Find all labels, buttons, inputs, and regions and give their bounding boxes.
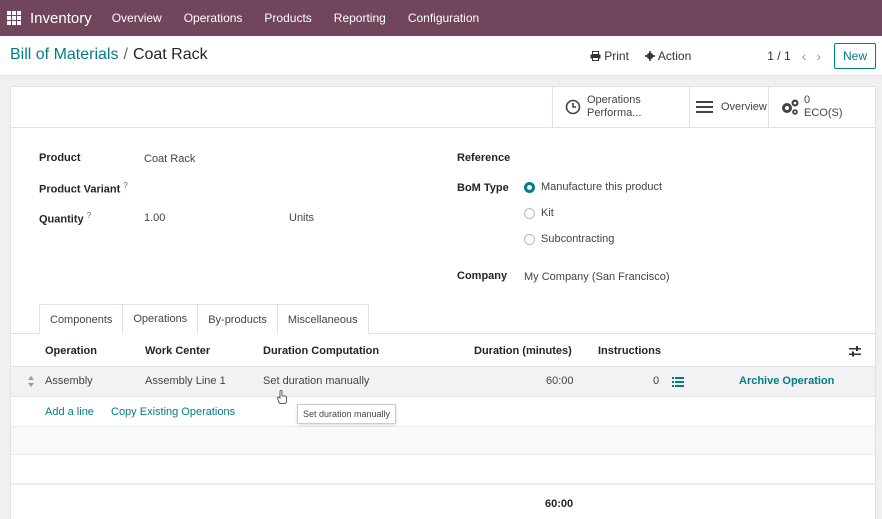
- product-variant-field[interactable]: [144, 182, 424, 196]
- operations-performance-button[interactable]: Operations Performa...: [552, 87, 689, 127]
- operations-performance-line2: Performa...: [587, 107, 642, 119]
- header-work-center[interactable]: Work Center: [145, 345, 210, 357]
- cell-operation[interactable]: Assembly: [45, 375, 93, 387]
- help-icon[interactable]: ?: [123, 181, 127, 190]
- tab-by-products[interactable]: By-products: [197, 304, 278, 334]
- radio-unchecked-icon: [524, 207, 535, 219]
- company-field[interactable]: My Company (San Francisco): [524, 271, 670, 283]
- radio-unchecked-icon: [524, 233, 535, 245]
- quantity-label: Quantity ?: [39, 211, 91, 226]
- reference-label: Reference: [457, 152, 511, 164]
- empty-row: [11, 455, 875, 484]
- header-duration[interactable]: Duration (minutes): [474, 345, 572, 357]
- overview-button[interactable]: Overview: [689, 87, 768, 127]
- eco-button[interactable]: 0 ECO(S): [768, 87, 875, 127]
- tooltip: Set duration manually: [297, 404, 397, 424]
- breadcrumb-current: Coat Rack: [132, 46, 208, 63]
- overview-label: Overview: [721, 101, 767, 113]
- table-footer: [11, 484, 875, 513]
- control-panel-actions: Print Action 1 / 1 ‹ › New: [590, 43, 876, 69]
- menu-configuration[interactable]: Configuration: [408, 11, 479, 25]
- eco-count: 0: [804, 94, 811, 106]
- bom-type-kit-radio[interactable]: Kit: [524, 207, 554, 219]
- bom-type-manufacture-label: Manufacture this product: [541, 181, 663, 193]
- table-row[interactable]: Assembly Assembly Line 1 Set duration ma…: [11, 366, 875, 404]
- uom-field[interactable]: Units: [289, 212, 314, 224]
- header-duration-computation[interactable]: Duration Computation: [263, 345, 379, 357]
- quantity-label-text: Quantity: [39, 213, 84, 226]
- print-label: Print: [604, 49, 629, 63]
- menu-products[interactable]: Products: [264, 11, 311, 25]
- total-duration: 60:00: [545, 498, 574, 510]
- menu-operations[interactable]: Operations: [184, 11, 243, 25]
- cell-duration[interactable]: 60:00: [546, 375, 574, 387]
- pager-prev-icon[interactable]: ‹: [802, 48, 807, 64]
- product-label: Product: [39, 152, 81, 164]
- product-field[interactable]: Coat Rack: [144, 153, 195, 165]
- header-instructions[interactable]: Instructions: [598, 345, 661, 357]
- pager-value[interactable]: 1 / 1: [767, 49, 790, 63]
- cell-work-center[interactable]: Assembly Line 1: [145, 375, 226, 387]
- reference-field[interactable]: [524, 153, 854, 167]
- cogs-icon: [782, 99, 799, 115]
- copy-existing-operations-link[interactable]: Copy Existing Operations: [111, 406, 235, 418]
- app-name[interactable]: Inventory: [30, 10, 92, 27]
- empty-row: [11, 426, 875, 455]
- clock-icon: [565, 99, 581, 115]
- radio-checked-icon: [524, 181, 535, 193]
- control-panel: Bill of Materials / Coat Rack Print Action…: [0, 36, 882, 76]
- list-icon: [696, 101, 713, 113]
- bom-type-subcontracting-radio[interactable]: Subcontracting: [524, 233, 614, 245]
- pager-next-icon[interactable]: ›: [816, 48, 821, 64]
- cell-instructions[interactable]: 0: [653, 375, 659, 387]
- new-button[interactable]: New: [833, 43, 876, 69]
- product-variant-label: Product Variant ?: [39, 181, 128, 196]
- action-label: Action: [657, 49, 692, 63]
- archive-operation-button[interactable]: Archive Operation: [739, 375, 834, 387]
- menu-reporting[interactable]: Reporting: [334, 11, 386, 25]
- bom-type-kit-label: Kit: [541, 207, 554, 219]
- help-icon[interactable]: ?: [87, 211, 91, 220]
- operations-table-header: Operation Work Center Duration Computati…: [11, 337, 875, 365]
- quantity-field[interactable]: 1.00: [144, 212, 165, 224]
- cell-duration-computation[interactable]: Set duration manually: [263, 375, 369, 387]
- top-navbar: Inventory Overview Operations Products R…: [0, 0, 882, 36]
- bom-type-manufacture-radio[interactable]: Manufacture this product: [524, 181, 662, 193]
- tab-components[interactable]: Components: [39, 304, 124, 334]
- operations-performance-line1: Operations: [587, 94, 641, 106]
- product-variant-label-text: Product Variant: [39, 183, 121, 196]
- header-operation[interactable]: Operation: [45, 345, 97, 357]
- list-icon[interactable]: [672, 377, 684, 387]
- print-icon: [590, 51, 601, 61]
- breadcrumb-parent[interactable]: Bill of Materials: [10, 46, 118, 63]
- print-button[interactable]: Print: [590, 49, 629, 63]
- eco-label: ECO(S): [804, 107, 843, 119]
- optional-columns-icon[interactable]: [849, 346, 861, 357]
- drag-handle-icon[interactable]: [28, 376, 34, 387]
- add-line-link[interactable]: Add a line: [45, 406, 94, 418]
- bom-type-label: BoM Type: [457, 182, 509, 194]
- breadcrumb-separator: /: [123, 46, 128, 63]
- notebook-tabs: Components Operations By-products Miscel…: [39, 304, 369, 334]
- gear-icon: [644, 51, 655, 61]
- action-button[interactable]: Action: [644, 49, 692, 63]
- form-sheet: Operations Performa... Overview 0 ECO(S) P…: [10, 86, 876, 519]
- apps-menu-icon[interactable]: [7, 11, 21, 25]
- smart-button-box: Operations Performa... Overview 0 ECO(S): [11, 87, 875, 128]
- breadcrumb: Bill of Materials / Coat Rack: [10, 46, 208, 64]
- company-label: Company: [457, 270, 508, 282]
- menu-overview[interactable]: Overview: [112, 11, 162, 25]
- tab-miscellaneous[interactable]: Miscellaneous: [276, 304, 369, 334]
- tab-operations[interactable]: Operations: [122, 304, 199, 334]
- mouse-cursor-icon: [277, 390, 287, 404]
- bom-type-subcontracting-label: Subcontracting: [541, 233, 615, 245]
